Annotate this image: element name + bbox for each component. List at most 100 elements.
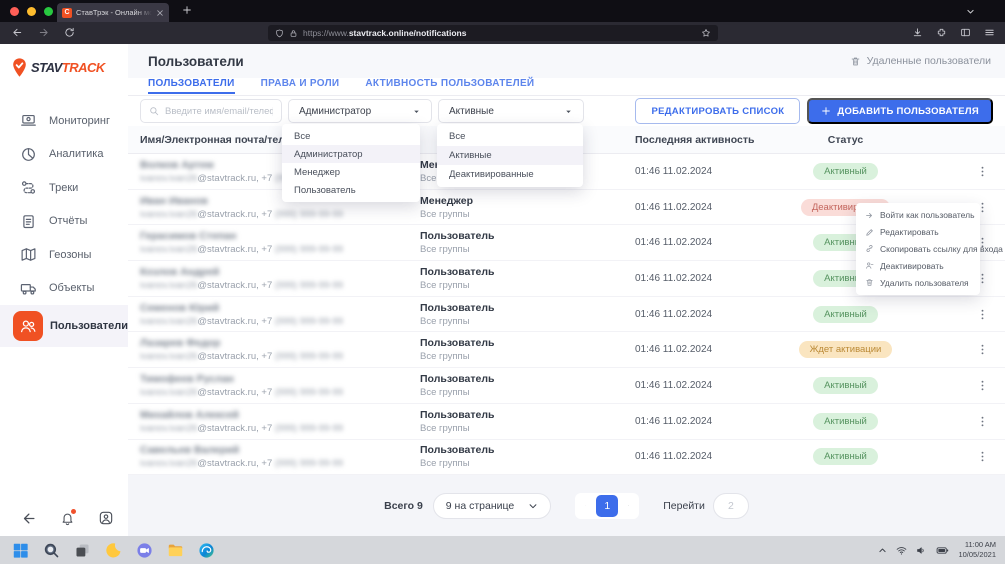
total-count: Всего 9: [384, 500, 423, 512]
sidebar-item-monitoring[interactable]: Мониторинг: [0, 104, 128, 138]
shield-icon[interactable]: [275, 29, 284, 38]
sidebar-item-analytics[interactable]: Аналитика: [0, 138, 128, 172]
role-option-all[interactable]: Все: [282, 127, 420, 145]
role-option-admin[interactable]: Администратор: [282, 145, 420, 163]
sidebar-panel-icon[interactable]: [960, 27, 971, 38]
kebab-menu-icon[interactable]: [976, 165, 989, 178]
next-page-icon[interactable]: [623, 500, 634, 511]
role-option-user[interactable]: Пользователь: [282, 181, 420, 199]
kebab-menu-icon[interactable]: [976, 379, 989, 392]
reload-icon[interactable]: [64, 27, 75, 38]
user-contact: ivanov.ivan26@stavtrack.ru, +7 (999) 999…: [140, 316, 420, 327]
status-filter-select[interactable]: Активные: [438, 99, 584, 123]
clock-date: 10/05/2021: [958, 550, 996, 560]
user-role: Пользователь: [420, 266, 635, 278]
lock-icon[interactable]: [289, 29, 298, 38]
tab-close-icon[interactable]: [156, 9, 164, 17]
minimize-window-button[interactable]: [27, 7, 36, 16]
kebab-menu-icon[interactable]: [976, 450, 989, 463]
status-option-active[interactable]: Активные: [437, 146, 583, 165]
tab-activity[interactable]: АКТИВНОСТЬ ПОЛЬЗОВАТЕЛЕЙ: [365, 78, 534, 94]
tabs-overflow-chevron-icon[interactable]: [966, 7, 975, 16]
sidebar-item-objects[interactable]: Объекты: [0, 272, 128, 306]
table-row: Тимофеев Руслан ivanov.ivan26@stavtrack.…: [128, 368, 1005, 404]
current-page[interactable]: 1: [596, 495, 618, 517]
goto-page-input[interactable]: 2: [713, 493, 749, 519]
status-option-all[interactable]: Все: [437, 127, 583, 146]
context-menu-item-delete-user[interactable]: Удалить пользователя: [856, 274, 980, 291]
downloads-icon[interactable]: [912, 27, 923, 38]
user-name: Савельев Валерий: [140, 444, 420, 456]
menu-icon[interactable]: [984, 27, 995, 38]
sidebar-item-tracks[interactable]: Треки: [0, 171, 128, 205]
extensions-icon[interactable]: [936, 27, 947, 38]
back-icon[interactable]: [12, 27, 23, 38]
prev-page-icon[interactable]: [580, 500, 591, 511]
edit-list-button[interactable]: РЕДАКТИРОВАТЬ СПИСОК: [635, 98, 800, 124]
notifications-bell-icon[interactable]: [60, 511, 75, 526]
chat-icon[interactable]: [136, 542, 153, 559]
kebab-menu-icon[interactable]: [976, 415, 989, 428]
last-activity: 01:46 11.02.2024: [635, 309, 768, 320]
collapse-sidebar-icon[interactable]: [22, 511, 37, 526]
sidebar-item-label: Геозоны: [49, 249, 91, 261]
context-menu-item-deactivate[interactable]: Деактивировать: [856, 257, 980, 274]
moon-icon[interactable]: [105, 542, 122, 559]
user-contact: ivanov.ivan26@stavtrack.ru, +7 (999) 999…: [140, 280, 420, 291]
login-icon: [865, 211, 874, 220]
sidebar-item-label: Пользователи: [50, 320, 128, 332]
per-page-select[interactable]: 9 на странице: [433, 493, 551, 519]
browser-tab-title: СтавТрэк - Онлайн мониторин: [76, 8, 152, 17]
deleted-users-link[interactable]: Удаленные пользователи: [850, 55, 991, 67]
user-contact: ivanov.ivan26@stavtrack.ru, +7 (999) 999…: [140, 209, 420, 220]
user-group: Все группы: [420, 280, 635, 291]
wifi-icon[interactable]: [896, 545, 907, 556]
browser-tab[interactable]: С СтавТрэк - Онлайн мониторин: [57, 3, 169, 22]
add-user-button[interactable]: ДОБАВИТЬ ПОЛЬЗОВАТЕЛЯ: [807, 98, 993, 124]
edge-icon[interactable]: [198, 542, 215, 559]
folder-icon[interactable]: [167, 542, 184, 559]
tab-users[interactable]: ПОЛЬЗОВАТЕЛИ: [148, 78, 235, 94]
bookmark-star-icon[interactable]: [701, 28, 711, 38]
maximize-window-button[interactable]: [44, 7, 53, 16]
user-contact: ivanov.ivan26@stavtrack.ru, +7 (999) 999…: [140, 458, 420, 469]
tab-roles[interactable]: ПРАВА И РОЛИ: [261, 78, 340, 94]
new-tab-icon[interactable]: [182, 5, 192, 15]
context-menu-item-login-as-user[interactable]: Войти как пользователь: [856, 207, 980, 224]
role-option-manager[interactable]: Менеджер: [282, 163, 420, 181]
forward-icon[interactable]: [38, 27, 49, 38]
status-dropdown-panel: ВсеАктивныеДеактивированные: [437, 124, 583, 187]
volume-icon[interactable]: [916, 545, 927, 556]
search-input[interactable]: [140, 99, 282, 123]
objects-icon: [20, 280, 37, 297]
deleted-users-label: Удаленные пользователи: [867, 55, 991, 67]
window-controls: [10, 7, 53, 16]
battery-icon[interactable]: [936, 544, 949, 557]
chevron-down-icon: [528, 501, 538, 511]
user-role: Пользователь: [420, 444, 635, 456]
kebab-menu-icon[interactable]: [976, 308, 989, 321]
status-option-deactivated[interactable]: Деактивированные: [437, 165, 583, 184]
context-menu-item-edit[interactable]: Редактировать: [856, 224, 980, 241]
taskview-icon[interactable]: [74, 542, 91, 559]
win-icon[interactable]: [12, 542, 29, 559]
context-menu-item-copy-login-link[interactable]: Скопировать ссылку для входа: [856, 241, 980, 258]
last-activity: 01:46 11.02.2024: [635, 380, 768, 391]
goto-label: Перейти: [663, 500, 705, 512]
tray-chevron-up-icon[interactable]: [878, 546, 887, 555]
tbsearch-icon[interactable]: [43, 542, 60, 559]
sidebar-item-geozones[interactable]: Геозоны: [0, 238, 128, 272]
filter-bar: Администратор Активные РЕДАКТИРОВАТЬ СПИ…: [128, 96, 1005, 126]
logo-pin-icon: [9, 57, 30, 78]
search-field[interactable]: [165, 106, 273, 117]
sidebar-item-reports[interactable]: Отчёты: [0, 205, 128, 239]
kebab-menu-icon[interactable]: [976, 343, 989, 356]
profile-icon[interactable]: [98, 510, 114, 526]
sidebar-item-users[interactable]: Пользователи: [0, 305, 128, 347]
status-badge: Активный: [813, 413, 878, 430]
close-window-button[interactable]: [10, 7, 19, 16]
taskbar-clock[interactable]: 11:00 AM 10/05/2021: [958, 540, 996, 560]
url-bar[interactable]: https://www. stavtrack.online/notificati…: [268, 25, 718, 41]
role-filter-select[interactable]: Администратор: [288, 99, 432, 123]
user-group: Все группы: [420, 387, 635, 398]
